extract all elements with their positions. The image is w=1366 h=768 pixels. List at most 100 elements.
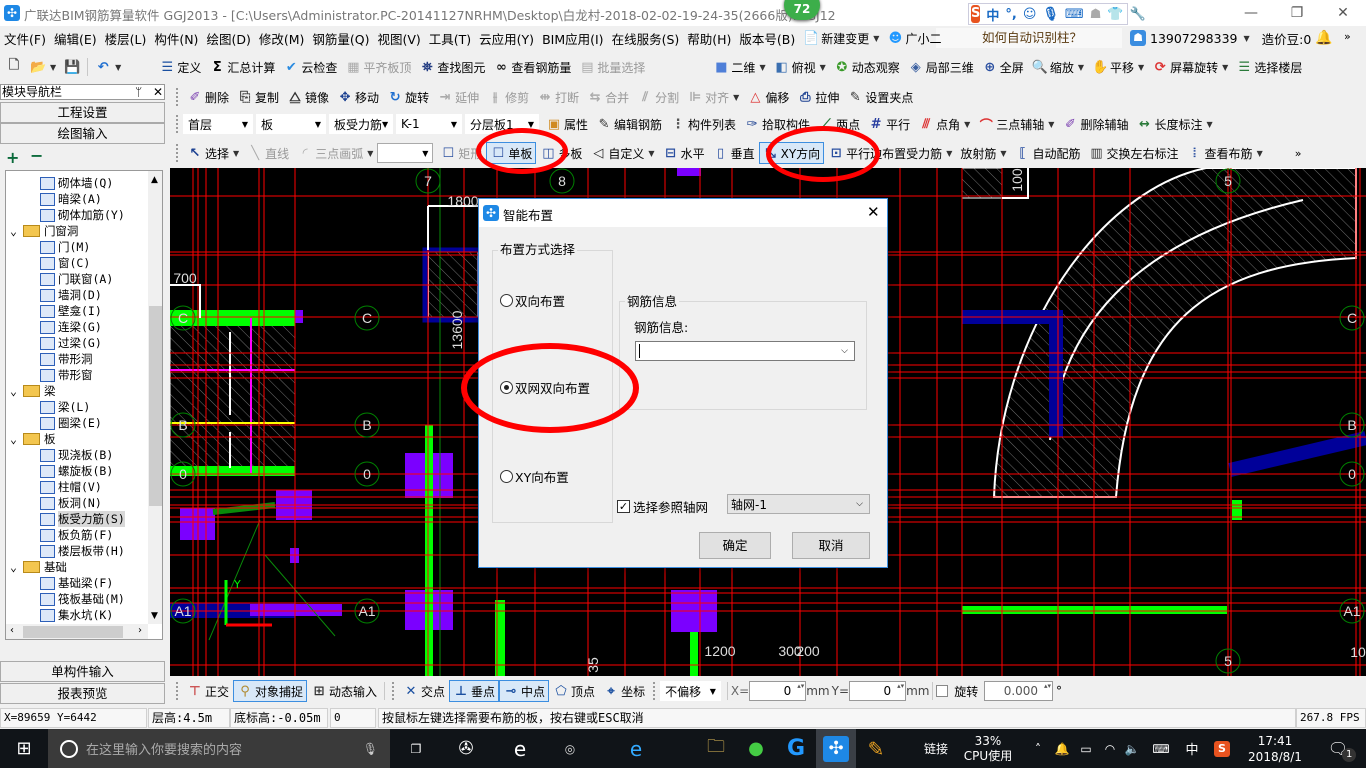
- dropdown-arrow-icon[interactable]: ▼: [820, 63, 826, 72]
- split-button[interactable]: ⫽ 分割: [633, 86, 683, 108]
- dropdown-arrow-icon[interactable]: ▼: [733, 93, 739, 102]
- swap-labels-button[interactable]: ▥ 交换左右标注: [1085, 142, 1183, 164]
- close-button[interactable]: ✕: [1320, 0, 1366, 26]
- scroll-up-icon[interactable]: ▲: [151, 175, 158, 185]
- ok-button[interactable]: 确定: [699, 532, 771, 559]
- menu-item[interactable]: 版本号(B): [735, 29, 799, 48]
- dropdown-arrow-icon[interactable]: ▼: [946, 149, 952, 158]
- dropdown-arrow-icon[interactable]: ▼: [1078, 63, 1084, 72]
- coordinate-button[interactable]: ⌖ 坐标: [599, 680, 649, 702]
- offset-button[interactable]: △ 偏移: [743, 86, 793, 108]
- project-settings-button[interactable]: 工程设置: [0, 102, 165, 123]
- hscroll-thumb[interactable]: [23, 626, 123, 638]
- tray-expand-icon[interactable]: ˄: [1028, 729, 1048, 768]
- category-select[interactable]: 板 ▼: [256, 114, 326, 134]
- properties-button[interactable]: ▣ 属性: [542, 113, 592, 135]
- scroll-left-icon[interactable]: ‹: [10, 625, 14, 636]
- pan-button[interactable]: ✋ 平移 ▼: [1088, 56, 1148, 78]
- rotate-checkbox[interactable]: [936, 685, 949, 697]
- view-rebar-qty-button[interactable]: ∞ 查看钢筋量: [489, 56, 575, 78]
- task-view-icon[interactable]: ❐: [396, 729, 436, 768]
- user-icon[interactable]: ☗: [1090, 7, 1102, 22]
- dialog-close-button[interactable]: ✕: [867, 203, 880, 221]
- clock[interactable]: 17:41 2018/8/1: [1240, 729, 1310, 768]
- menu-item[interactable]: 帮助(H): [683, 29, 735, 48]
- rebar-info-combo[interactable]: ⌵: [635, 341, 855, 361]
- ie-icon[interactable]: e: [616, 729, 656, 768]
- tree-item[interactable]: 暗梁(A): [40, 191, 102, 207]
- expand-chevron-icon[interactable]: ⌄: [10, 384, 17, 398]
- ref-grid-checkbox[interactable]: ✓ 选择参照轴网: [617, 497, 708, 516]
- horizontal-button[interactable]: ⊟ 水平: [659, 142, 709, 164]
- tree-item[interactable]: 砌体墙(Q): [40, 175, 113, 191]
- skin-icon[interactable]: 👕: [1107, 7, 1123, 22]
- xy-direction-button[interactable]: ⤡ XY方向: [758, 142, 825, 164]
- tree-item[interactable]: 窗(C): [40, 255, 90, 271]
- dynamic-view-button[interactable]: ✪ 动态观察: [830, 56, 904, 78]
- menu-item[interactable]: 构件(N): [150, 29, 202, 48]
- x-offset-input[interactable]: 0: [749, 681, 807, 701]
- ime-toolbar[interactable]: S 中 °, ☺ 🎙 ⌨ ☗ 👕 🔧: [968, 3, 1146, 25]
- browser-icon[interactable]: ●: [736, 729, 776, 768]
- new-file-button[interactable]: 🗋: [2, 56, 26, 78]
- expand-all-icon[interactable]: +: [6, 148, 19, 167]
- expand-chevron-icon[interactable]: ⌄: [10, 224, 17, 238]
- dropdown-arrow-icon[interactable]: ▼: [1206, 120, 1212, 129]
- ggj-app-icon[interactable]: ✣: [816, 729, 856, 768]
- radio-icon[interactable]: [500, 470, 513, 483]
- midpoint-button[interactable]: ⊸ 中点: [499, 680, 550, 702]
- open-file-button[interactable]: 📂 ▼: [26, 56, 60, 78]
- tree-vertical-scrollbar[interactable]: ▲ ▼: [148, 171, 162, 624]
- intersection-button[interactable]: ✕ 交点: [399, 680, 449, 702]
- cloud-check-button[interactable]: ✔ 云检查: [279, 56, 341, 78]
- screen-rotate-button[interactable]: ⟳ 屏幕旋转 ▼: [1148, 56, 1232, 78]
- dropdown-arrow-icon[interactable]: ▼: [1000, 149, 1006, 158]
- assistant-button[interactable]: ☻ 广小二: [883, 27, 945, 49]
- menu-item[interactable]: 绘图(D): [202, 29, 254, 48]
- bell-icon[interactable]: 🔔: [1315, 30, 1332, 46]
- rotate-angle-input[interactable]: 0.000: [984, 681, 1054, 701]
- tree-item[interactable]: 过梁(G): [40, 335, 102, 351]
- stretch-button[interactable]: ⎙ 拉伸: [793, 86, 843, 108]
- tree-item[interactable]: 螺旋板(B): [40, 463, 113, 479]
- menu-overflow-button[interactable]: »: [1344, 30, 1351, 43]
- mic-icon[interactable]: 🎙: [363, 742, 378, 756]
- view-2d-button[interactable]: ■ 二维 ▼: [709, 56, 769, 78]
- arc-button[interactable]: ◜ 三点画弧 ▼: [293, 142, 377, 164]
- pin-icon[interactable]: ᛘ: [135, 85, 142, 99]
- ime-punct[interactable]: °,: [1005, 7, 1016, 22]
- type-select[interactable]: 板受力筋 ▼: [329, 114, 393, 134]
- tree-folder[interactable]: ⌄ 基础: [10, 559, 67, 575]
- trim-button[interactable]: ⫲ 修剪: [483, 86, 533, 108]
- report-preview-button[interactable]: 报表预览: [0, 683, 165, 704]
- tree-item[interactable]: 门联窗(A): [40, 271, 113, 287]
- menu-item[interactable]: 在线服务(S): [608, 29, 684, 48]
- tree-item[interactable]: 带形窗: [40, 367, 93, 383]
- arc-mode-select[interactable]: ▼: [377, 143, 434, 163]
- link-toolbar[interactable]: 链接: [916, 729, 956, 768]
- tree-item[interactable]: 带形洞: [40, 351, 93, 367]
- dropdown-arrow-icon[interactable]: ▼: [1257, 149, 1263, 158]
- top-view-button[interactable]: ◧ 俯视 ▼: [770, 56, 830, 78]
- zoom-button[interactable]: 🔍 缩放 ▼: [1028, 56, 1088, 78]
- radio-icon[interactable]: [500, 381, 513, 394]
- delete-button[interactable]: ✐ 删除: [183, 86, 233, 108]
- menu-item[interactable]: 视图(V): [373, 29, 424, 48]
- menu-item[interactable]: 编辑(E): [50, 29, 101, 48]
- battery-icon[interactable]: ▭: [1074, 729, 1098, 768]
- tree-folder[interactable]: ⌄ 门窗洞: [10, 223, 78, 239]
- floor-select[interactable]: 首层 ▼: [183, 114, 253, 134]
- find-element-button[interactable]: ⛯ 查找图元: [415, 56, 489, 78]
- perpendicular-button[interactable]: ⊥ 垂点: [449, 680, 500, 702]
- tree-item[interactable]: 集水坑(K): [40, 607, 113, 623]
- sogou-tray-icon[interactable]: S: [1210, 729, 1234, 768]
- menu-item[interactable]: 修改(M): [255, 29, 309, 48]
- tree-item[interactable]: 壁龛(I): [40, 303, 102, 319]
- object-snap-button[interactable]: ⚲ 对象捕捉: [233, 680, 308, 702]
- three-point-axis-button[interactable]: ⌒ 三点辅轴 ▼: [974, 113, 1058, 135]
- drawing-input-button[interactable]: 绘图输入: [0, 123, 165, 144]
- menu-item[interactable]: 工具(T): [425, 29, 475, 48]
- tray-bell-icon[interactable]: 🔔: [1050, 729, 1074, 768]
- checkbox-icon[interactable]: ✓: [617, 500, 630, 513]
- expand-chevron-icon[interactable]: ⌄: [10, 560, 17, 574]
